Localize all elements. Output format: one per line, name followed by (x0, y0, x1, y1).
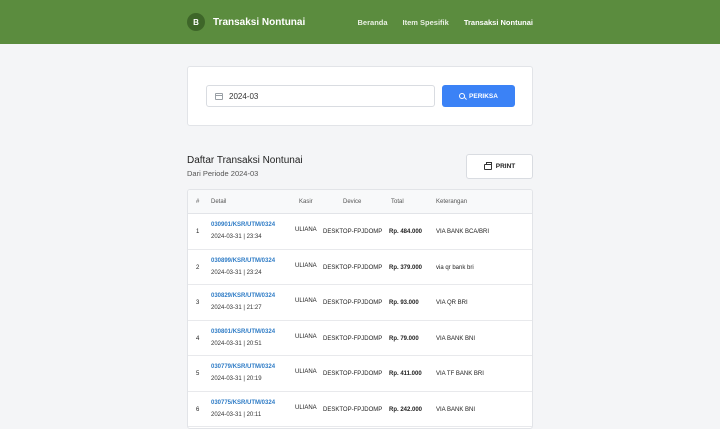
list-subtitle: Dari Periode 2024-03 (187, 169, 259, 178)
cashier-name: ULIANA (295, 404, 317, 411)
row-number: 1 (196, 229, 200, 235)
month-input[interactable]: 2024-03 (206, 85, 435, 107)
table-header: # Detail Kasir Device Total Keterangan (188, 190, 532, 214)
transaction-datetime: 2024-03-31 | 23:24 (211, 269, 262, 276)
nav-link-item-spesifik[interactable]: Item Spesifik (403, 18, 449, 27)
row-number: 5 (196, 371, 200, 377)
check-button[interactable]: PERIKSA (442, 85, 515, 107)
transaction-total: Rp. 411.000 (389, 371, 422, 377)
table-row: 4 030801/KSR/UTM/0324 2024-03-31 | 20:51… (188, 321, 532, 356)
transaction-note: VIA TF BANK BRI (436, 371, 484, 377)
device-name: DESKTOP-FPJDOMP (323, 335, 383, 342)
period-search-card: 2024-03 PERIKSA (187, 66, 533, 126)
top-navbar: B Transaksi Nontunai Beranda Item Spesif… (0, 0, 720, 44)
device-name: DESKTOP-FPJDOMP (323, 264, 383, 271)
cashier-name: ULIANA (295, 227, 317, 233)
print-button[interactable]: PRINT (466, 154, 533, 179)
transaction-note: VIA BANK BNI (436, 335, 476, 342)
table-row: 6 030775/KSR/UTM/0324 2024-03-31 | 20:11… (188, 392, 532, 427)
transaction-code-link[interactable]: 030801/KSR/UTM/0324 (211, 329, 275, 335)
transaction-datetime: 2024-03-31 | 23:34 (211, 234, 262, 240)
transaction-code-link[interactable]: 030775/KSR/UTM/0324 (211, 400, 275, 406)
brand-logo[interactable]: B (187, 13, 205, 31)
month-input-value: 2024-03 (229, 91, 259, 101)
transaction-note: via qr bank bri (436, 264, 474, 271)
table-row: 1 030901/KSR/UTM/0324 2024-03-31 | 23:34… (188, 214, 532, 250)
brand-title[interactable]: Transaksi Nontunai (213, 17, 305, 28)
printer-icon (483, 161, 492, 170)
header-kasir: Kasir (299, 199, 313, 205)
row-number: 3 (196, 300, 200, 306)
header-keterangan: Keterangan (436, 199, 468, 205)
transaction-code-link[interactable]: 030829/KSR/UTM/0324 (211, 293, 275, 299)
search-icon (459, 93, 466, 99)
cashier-name: ULIANA (295, 333, 317, 340)
transaction-note: VIA QR BRI (436, 300, 468, 306)
cashier-name: ULIANA (295, 262, 317, 269)
cashier-name: ULIANA (295, 369, 317, 375)
list-title: Daftar Transaksi Nontunai (187, 155, 303, 166)
transaction-note: VIA BANK BCA/BRI (436, 229, 490, 235)
row-number: 2 (196, 264, 200, 271)
nav-link-transaksi-nontunai[interactable]: Transaksi Nontunai (464, 18, 533, 27)
row-number: 6 (196, 406, 200, 413)
device-name: DESKTOP-FPJDOMP (323, 406, 383, 413)
transaction-total: Rp. 379.000 (389, 264, 423, 271)
table-row: 2 030899/KSR/UTM/0324 2024-03-31 | 23:24… (188, 250, 532, 285)
table-row: 3 030829/KSR/UTM/0324 2024-03-31 | 21:27… (188, 285, 532, 321)
header-device: Device (343, 199, 362, 205)
nav-links: Beranda Item Spesifik Transaksi Nontunai (358, 18, 533, 27)
check-button-label: PERIKSA (469, 92, 498, 100)
header-number: # (196, 199, 200, 205)
transaction-code-link[interactable]: 030779/KSR/UTM/0324 (211, 364, 275, 370)
header-total: Total (391, 199, 404, 205)
row-number: 4 (196, 335, 200, 342)
transaction-note: VIA BANK BNI (436, 406, 476, 413)
calendar-icon (215, 92, 223, 100)
transaction-total: Rp. 484.000 (389, 229, 423, 235)
transaction-code-link[interactable]: 030899/KSR/UTM/0324 (211, 258, 275, 264)
transaction-total: Rp. 93.000 (389, 300, 419, 306)
transaction-datetime: 2024-03-31 | 20:11 (211, 411, 262, 418)
device-name: DESKTOP-FPJDOMP (323, 229, 383, 235)
print-button-label: PRINT (495, 163, 516, 170)
device-name: DESKTOP-FPJDOMP (323, 371, 383, 377)
transaction-total: Rp. 79.000 (389, 335, 419, 342)
transactions-table: # Detail Kasir Device Total Keterangan 1… (187, 189, 533, 429)
transaction-total: Rp. 242.000 (389, 406, 423, 413)
cashier-name: ULIANA (295, 298, 317, 304)
transaction-datetime: 2024-03-31 | 20:19 (211, 376, 262, 382)
nav-link-beranda[interactable]: Beranda (358, 18, 388, 27)
transaction-datetime: 2024-03-31 | 21:27 (211, 305, 262, 311)
transaction-datetime: 2024-03-31 | 20:51 (211, 340, 262, 347)
device-name: DESKTOP-FPJDOMP (323, 300, 383, 306)
table-row: 5 030779/KSR/UTM/0324 2024-03-31 | 20:19… (188, 356, 532, 392)
transaction-code-link[interactable]: 030901/KSR/UTM/0324 (211, 222, 275, 228)
header-detail: Detail (211, 199, 227, 205)
